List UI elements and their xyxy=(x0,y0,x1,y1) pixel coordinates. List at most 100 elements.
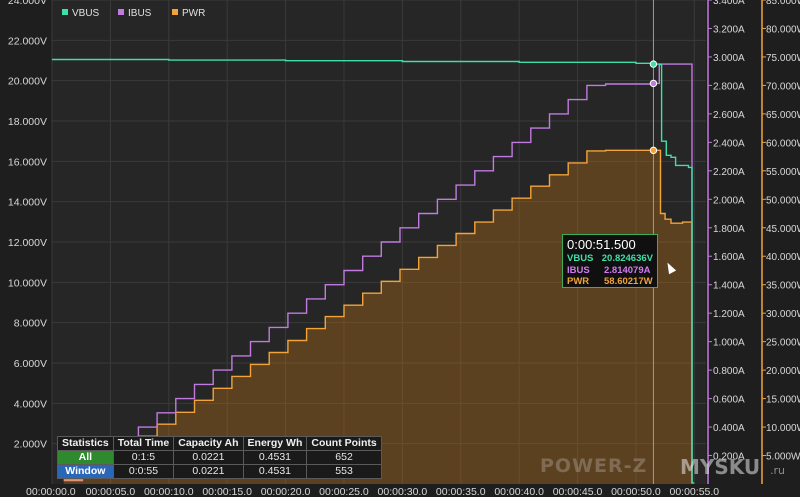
x-tick-label: 00:00:25.0 xyxy=(319,486,369,497)
tooltip-row-pwr: PWR 58.60217W xyxy=(567,276,653,288)
y-tick-label-voltage: 22.000V xyxy=(8,35,47,47)
tooltip-label: PWR xyxy=(567,276,590,287)
site-watermark: MYSKU xyxy=(680,455,761,479)
statistics-cell: 0:1:5 xyxy=(112,450,175,465)
y-tick-label-current: 3.000A xyxy=(713,53,745,64)
statistics-table: Statistics Total Time Capacity Ah Energy… xyxy=(57,436,382,479)
y-tick-label-power: 60.000W xyxy=(766,138,800,149)
tooltip-label: IBUS xyxy=(567,264,590,276)
statistics-header-row: Statistics Total Time Capacity Ah Energy… xyxy=(57,436,382,451)
legend-swatch-ibus xyxy=(118,9,124,15)
legend-label-vbus: VBUS xyxy=(72,8,100,19)
statistics-header: Total Time xyxy=(112,436,175,451)
y-tick-label-current: 0.400A xyxy=(713,423,745,434)
y-tick-label-voltage: 6.000V xyxy=(14,358,47,370)
x-tick-label: 00:00:40.0 xyxy=(494,486,544,497)
y-tick-label-power: 80.000W xyxy=(766,24,800,35)
y-tick-label-voltage: 2.000V xyxy=(14,439,47,451)
y-tick-label-current: 1.600A xyxy=(713,252,745,263)
cursor-marker-vbus xyxy=(649,60,658,68)
y-tick-label-voltage: 18.000V xyxy=(8,116,47,128)
y-tick-label-voltage: 24.000V xyxy=(8,0,47,7)
x-tick-label: 00:00:30.0 xyxy=(378,486,428,497)
y-tick-label-voltage: 14.000V xyxy=(8,197,47,209)
tooltip-value: 20.824636V xyxy=(601,253,653,264)
y-tick-label-power: 70.000W xyxy=(766,81,800,92)
tooltip-row-vbus: VBUS 20.824636V xyxy=(567,253,653,265)
y-tick-label-power: 35.000W xyxy=(766,281,800,292)
chart: 2.000V 4.000V 6.000V 8.000V 10.000V 12.000V 14… xyxy=(8,0,800,497)
statistics-header: Energy Wh xyxy=(242,436,308,451)
y-tick-label-power: 75.000W xyxy=(766,53,800,64)
tooltip-value: 2.814079A xyxy=(604,264,651,276)
site-watermark-tld: .ru xyxy=(770,464,785,477)
legend: VBUS IBUS PWR xyxy=(62,8,205,19)
y-tick-label-power: 10.000W xyxy=(766,423,800,434)
statistics-row-window: Window 0:0:55 0.0221 0.4531 553 xyxy=(57,464,382,479)
statistics-header: Count Points xyxy=(306,436,382,451)
x-tick-label: 00:00:15.0 xyxy=(202,486,252,497)
brand-watermark: POWER-Z xyxy=(540,455,648,477)
x-tick-label: 00:00:50.0 xyxy=(611,486,661,497)
legend-label-ibus: IBUS xyxy=(128,8,152,19)
y-tick-label-voltage: 16.000V xyxy=(8,156,47,168)
y-tick-label-power: 5.000W xyxy=(766,452,800,463)
y-tick-label-power: 65.000W xyxy=(766,110,800,121)
statistics-cell: 553 xyxy=(306,464,382,479)
statistics-cell: 0:0:55 xyxy=(112,464,175,479)
tooltip-time: 0:00:51.500 xyxy=(567,237,636,252)
y-tick-label-power: 55.000W xyxy=(766,167,800,178)
x-tick-label: 00:00:20.0 xyxy=(261,486,311,497)
x-tick-label: 00:00:55.0 xyxy=(670,486,720,497)
x-tick-label: 00:00:45.0 xyxy=(553,486,603,497)
statistics-cell: 0.0221 xyxy=(173,450,244,465)
statistics-cell: 652 xyxy=(306,450,382,465)
y-tick-label-power: 45.000W xyxy=(766,224,800,235)
y-tick-label-power: 85.000W xyxy=(766,0,800,7)
y-tick-label-voltage: 20.000V xyxy=(8,76,47,88)
y-tick-label-power: 30.000W xyxy=(766,309,800,320)
y-tick-label-power: 20.000W xyxy=(766,366,800,377)
y-tick-label-power: 40.000W xyxy=(766,252,800,263)
y-tick-label-current: 0.800A xyxy=(713,366,745,377)
tooltip-value: 58.60217W xyxy=(604,276,653,287)
y-tick-label-current: 1.000A xyxy=(713,338,745,349)
cursor-marker-ibus xyxy=(649,79,658,88)
y-tick-label-voltage: 12.000V xyxy=(8,237,47,249)
y-tick-label-current: 2.200A xyxy=(713,167,745,178)
y-tick-label-current: 0.600A xyxy=(713,395,745,406)
y-tick-label-voltage: 4.000V xyxy=(14,398,47,410)
y-tick-label-current: 1.800A xyxy=(713,224,745,235)
y-tick-label-current: 1.400A xyxy=(713,281,745,292)
y-tick-label-current: 2.600A xyxy=(713,110,745,121)
tooltip-label: VBUS xyxy=(567,253,594,264)
statistics-all-button[interactable]: All xyxy=(57,450,114,465)
x-tick-label: 00:00:00.0 xyxy=(26,486,76,497)
legend-label-pwr: PWR xyxy=(182,8,205,19)
y-tick-label-current: 2.800A xyxy=(713,81,745,92)
statistics-row-all: All 0:1:5 0.0221 0.4531 652 xyxy=(57,450,382,465)
statistics-cell: 0.4531 xyxy=(242,450,308,465)
legend-swatch-vbus xyxy=(62,9,68,15)
x-tick-label: 00:00:10.0 xyxy=(144,486,194,497)
statistics-header: Capacity Ah xyxy=(173,436,244,451)
y-tick-label-current: 2.400A xyxy=(713,138,745,149)
y-tick-label-current: 2.000A xyxy=(713,195,745,206)
cursor-tooltip: 0:00:51.500 VBUS 20.824636V IBUS 2.81407… xyxy=(562,234,658,288)
y-tick-label-voltage: 10.000V xyxy=(8,277,47,289)
y-tick-label-power: 50.000W xyxy=(766,195,800,206)
statistics-cell: 0.0221 xyxy=(173,464,244,479)
y-tick-label-current: 3.400A xyxy=(713,0,745,7)
statistics-cell: 0.4531 xyxy=(242,464,308,479)
y-tick-label-voltage: 8.000V xyxy=(14,318,47,330)
x-tick-label: 00:00:05.0 xyxy=(86,486,136,497)
y-tick-label-power: 15.000W xyxy=(766,395,800,406)
y-tick-label-current: 3.200A xyxy=(713,24,745,35)
statistics-header: Statistics xyxy=(57,436,114,451)
y-tick-label-current: 1.200A xyxy=(713,309,745,320)
y-tick-label-power: 25.000W xyxy=(766,338,800,349)
x-tick-label: 00:00:35.0 xyxy=(436,486,486,497)
legend-swatch-pwr xyxy=(172,9,178,15)
statistics-window-button[interactable]: Window xyxy=(57,464,114,479)
cursor-marker-pwr xyxy=(649,146,658,155)
